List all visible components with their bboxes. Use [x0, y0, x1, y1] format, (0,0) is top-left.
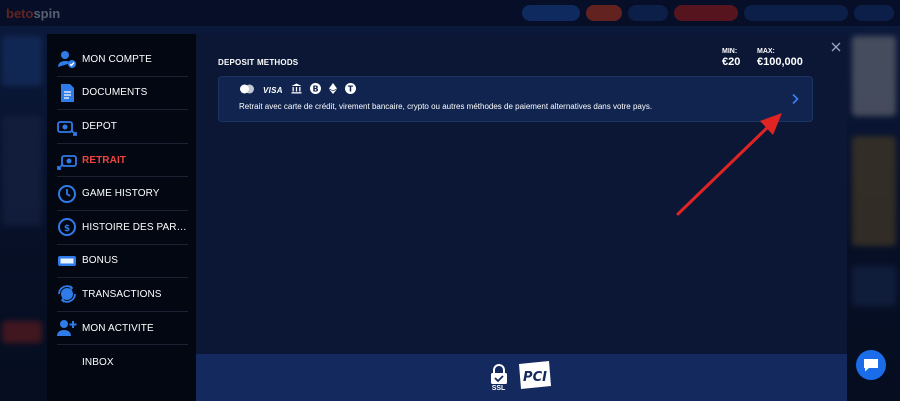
sidebar-item-histoire-des-paris[interactable]: $ HISTOIRE DES PARIS S... — [57, 211, 188, 245]
sidebar-item-label: GAME HISTORY — [82, 188, 160, 200]
withdraw-panel: DEPOSIT METHODS MIN: €20 MAX: €100,000 V… — [196, 34, 847, 401]
sidebar-item-mon-compte[interactable]: MON COMPTE — [57, 43, 188, 77]
bet-history-icon: $ — [57, 217, 77, 237]
tether-icon: T — [344, 81, 356, 99]
pci-badge: PCI — [516, 361, 554, 394]
sidebar-item-bonus[interactable]: BONUS — [57, 245, 188, 279]
ssl-badge: SSL — [490, 363, 508, 392]
user-activity-icon — [57, 318, 77, 338]
close-icon — [831, 42, 841, 52]
ethereum-icon — [328, 81, 337, 99]
history-icon — [57, 184, 77, 204]
free-badge-icon — [57, 251, 77, 271]
chat-button[interactable] — [856, 350, 886, 380]
sidebar-item-label: MON COMPTE — [82, 53, 152, 65]
svg-text:B: B — [312, 84, 318, 93]
sidebar-item-documents[interactable]: DOCUMENTS — [57, 77, 188, 111]
bank-icon — [291, 81, 302, 99]
min-limit: MIN: €20 — [722, 48, 740, 68]
account-sidebar: MON COMPTE DOCUMENTS DÉPÔT RETRAIT GAME … — [47, 34, 196, 401]
sidebar-item-transactions[interactable]: TRANSACTIONS — [57, 278, 188, 312]
max-limit: MAX: €100,000 — [757, 48, 803, 68]
svg-text:$: $ — [64, 224, 70, 234]
sidebar-item-retrait[interactable]: RETRAIT — [57, 144, 188, 178]
sidebar-item-label: DÉPÔT — [82, 120, 117, 132]
sidebar-item-game-history[interactable]: GAME HISTORY — [57, 177, 188, 211]
visa-icon: VISA — [263, 85, 283, 95]
max-value: €100,000 — [757, 56, 803, 68]
withdraw-method-card[interactable]: VISA B T Retrait avec carte de crédit, v… — [218, 76, 813, 122]
user-check-icon — [57, 49, 77, 69]
inbox-icon — [57, 352, 77, 372]
ssl-label: SSL — [491, 384, 506, 392]
max-label: MAX: — [757, 48, 775, 55]
withdraw-icon — [57, 150, 77, 170]
min-value: €20 — [722, 56, 741, 68]
payment-icons: VISA B T — [239, 81, 356, 99]
chat-bubble-icon — [864, 359, 878, 372]
section-title: DEPOSIT METHODS — [218, 58, 299, 67]
deposit-icon — [57, 116, 77, 137]
sidebar-item-label: DOCUMENTS — [82, 87, 148, 99]
bitcoin-icon: B — [309, 81, 321, 99]
account-modal: MON COMPTE DOCUMENTS DÉPÔT RETRAIT GAME … — [47, 34, 847, 401]
sidebar-item-label: MON ACTIVITÉ — [82, 322, 154, 334]
close-button[interactable] — [830, 40, 842, 52]
transactions-icon — [57, 284, 77, 304]
sidebar-item-label: RETRAIT — [82, 154, 127, 166]
sidebar-item-mon-activite[interactable]: MON ACTIVITÉ — [57, 312, 188, 346]
sidebar-item-depot[interactable]: DÉPÔT — [57, 110, 188, 144]
mastercard-icon — [239, 81, 255, 99]
sidebar-item-label: TRANSACTIONS — [82, 288, 162, 300]
withdraw-method-description: Retrait avec carte de crédit, virement b… — [239, 102, 653, 111]
sidebar-item-label: HISTOIRE DES PARIS S... — [82, 221, 188, 233]
pci-logo-icon: PCI — [518, 361, 551, 389]
sidebar-item-label: BONUS — [82, 255, 119, 267]
min-label: MIN: — [722, 48, 738, 55]
svg-text:PCI: PCI — [523, 370, 547, 385]
svg-text:T: T — [348, 84, 354, 93]
chevron-right-icon — [792, 93, 799, 105]
sidebar-item-label: INBOX — [82, 356, 114, 368]
document-icon — [57, 83, 77, 103]
sidebar-item-inbox[interactable]: INBOX — [57, 345, 188, 379]
lock-icon — [490, 363, 507, 384]
security-footer: SSL PCI — [196, 354, 847, 401]
